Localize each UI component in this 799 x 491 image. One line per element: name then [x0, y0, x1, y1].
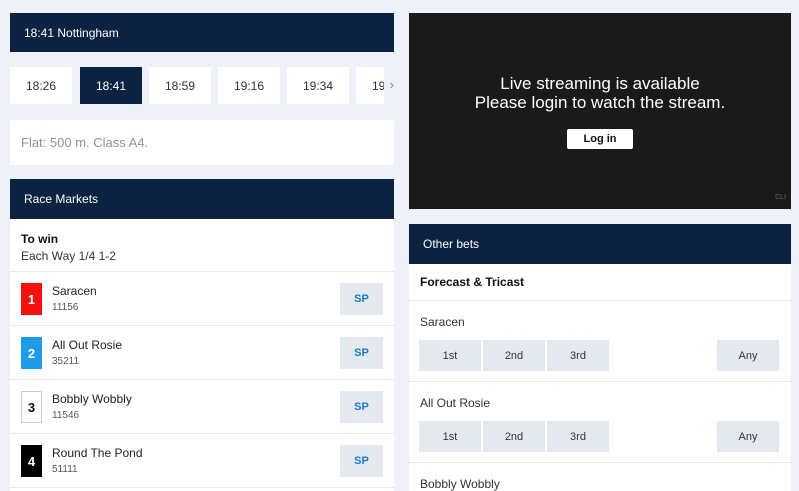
login-button[interactable]: Log in [567, 129, 633, 149]
forecast-tricast-title: Forecast & Tricast [409, 264, 791, 301]
forecast-any-button[interactable]: Any [717, 340, 779, 371]
race-markets-title: Race Markets [24, 192, 99, 206]
time-tab-19-34[interactable]: 19:34 [287, 67, 349, 104]
forecast-1st-button[interactable]: 1st [419, 340, 481, 371]
stream-message-line2: Please login to watch the stream. [474, 93, 726, 112]
runner-name: All Out Rosie [52, 338, 123, 352]
race-info-text: Flat: 500 m. Class A4. [21, 135, 149, 150]
runner-row: 3 Bobbly Wobbly 11546 SP [10, 380, 394, 434]
runner-name: Saracen [52, 284, 97, 298]
forecast-runner-name: Bobbly Wobbly [420, 477, 500, 491]
sp-price-button[interactable]: SP [340, 391, 383, 423]
forecast-tricast-label: Forecast & Tricast [420, 275, 525, 289]
stream-corner-label: CLI [775, 194, 786, 201]
forecast-runner-block: Bobbly Wobbly [409, 463, 791, 491]
race-info: Flat: 500 m. Class A4. [10, 120, 394, 165]
sp-price-button[interactable]: SP [340, 283, 383, 315]
forecast-runner-block: Saracen 1st 2nd 3rd Any [409, 301, 791, 382]
runner-form: 11546 [52, 410, 80, 421]
race-header: 18:41 Nottingham [10, 13, 394, 52]
stream-message-line1: Live streaming is available [500, 74, 700, 93]
runner-list: 1 Saracen 11156 SP 2 All Out Rosie 35211 SP 3 Bob… [10, 272, 394, 488]
runner-row: 1 Saracen 11156 SP [10, 272, 394, 326]
saddle-cloth-number: 2 [21, 337, 42, 369]
runner-form: 51111 [52, 464, 78, 475]
stream-message: Live streaming is available Please login… [409, 74, 791, 112]
runner-name: Round The Pond [52, 446, 143, 460]
race-time-tabs: 18:2618:4118:5919:1619:3419:52› [10, 67, 394, 105]
forecast-runner-block: All Out Rosie 1st 2nd 3rd Any [409, 382, 791, 463]
time-tab-18-26[interactable]: 18:26 [10, 67, 72, 104]
saddle-cloth-number: 4 [21, 445, 42, 477]
forecast-2nd-button[interactable]: 2nd [483, 340, 545, 371]
sp-price-button[interactable]: SP [340, 337, 383, 369]
time-tab-18-41[interactable]: 18:41 [80, 67, 142, 104]
market-each-way-terms: Each Way 1/4 1-2 [21, 249, 116, 263]
forecast-3rd-button[interactable]: 3rd [547, 340, 609, 371]
forecast-2nd-button[interactable]: 2nd [483, 421, 545, 452]
runner-row: 2 All Out Rosie 35211 SP [10, 326, 394, 380]
saddle-cloth-number: 1 [21, 283, 42, 315]
runner-name: Bobbly Wobbly [52, 392, 132, 406]
forecast-runner-name: All Out Rosie [420, 396, 491, 410]
time-tab-18-59[interactable]: 18:59 [149, 67, 211, 104]
other-bets-title: Other bets [423, 237, 480, 251]
other-bets-header: Other bets [409, 224, 791, 264]
saddle-cloth-number: 3 [21, 391, 42, 423]
runner-form: 11156 [52, 302, 79, 313]
market-title-block: To win Each Way 1/4 1-2 [10, 219, 394, 272]
sp-price-button[interactable]: SP [340, 445, 383, 477]
live-stream-player: Live streaming is available Please login… [409, 13, 791, 209]
forecast-runner-name: Saracen [420, 315, 465, 329]
race-markets-header: Race Markets [10, 179, 394, 219]
race-markets-panel: To win Each Way 1/4 1-2 1 Saracen 11156 SP 2… [10, 219, 394, 491]
forecast-any-button[interactable]: Any [717, 421, 779, 452]
other-bets-panel: Forecast & Tricast Saracen 1st 2nd 3rd Any Al… [409, 264, 791, 491]
race-title: 18:41 Nottingham [24, 25, 119, 40]
time-tab-19-16[interactable]: 19:16 [218, 67, 280, 104]
forecast-3rd-button[interactable]: 3rd [547, 421, 609, 452]
market-title: To win [21, 232, 59, 246]
forecast-list: Saracen 1st 2nd 3rd Any All Out Rosie 1st 2nd 3r… [409, 301, 791, 491]
runner-row: 4 Round The Pond 51111 SP [10, 434, 394, 488]
runner-form: 35211 [52, 356, 80, 367]
chevron-right-icon: › [389, 77, 394, 92]
forecast-1st-button[interactable]: 1st [419, 421, 481, 452]
tabs-scroll-right[interactable]: › [384, 67, 394, 104]
